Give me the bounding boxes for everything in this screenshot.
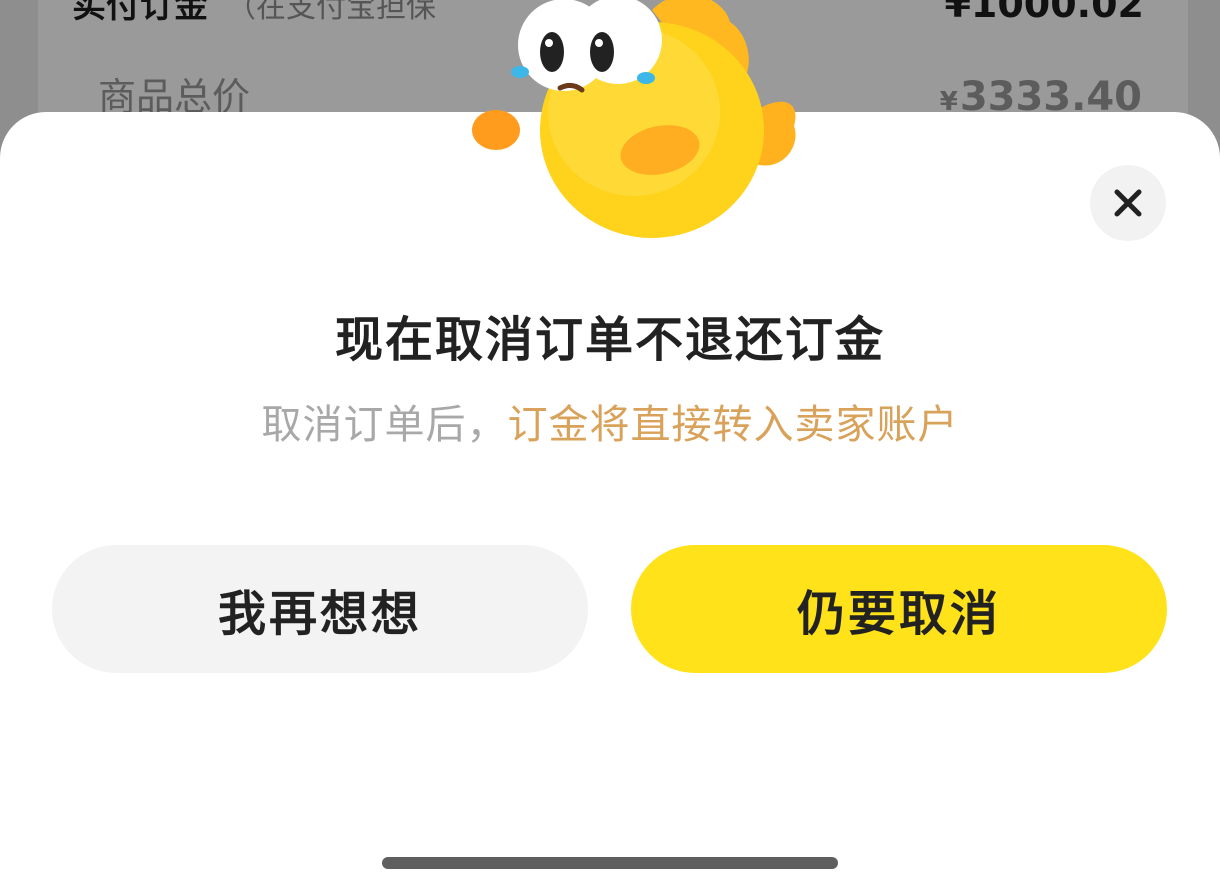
confirm-cancel-button[interactable]: 仍要取消 [631,545,1167,673]
close-button[interactable] [1090,165,1166,241]
home-indicator [382,857,838,869]
close-icon [1114,189,1142,217]
subtitle-highlight: 订金将直接转入卖家账户 [507,402,959,448]
deposit-paid-label: 实付订金 [72,0,208,26]
subtitle-prefix: 取消订单后， [261,402,508,448]
deposit-paid-amount: ¥1000.02 [944,0,1144,26]
deposit-paid-note: （在支付宝担保 [226,0,436,25]
reconsider-button[interactable]: 我再想想 [52,545,588,673]
dialog-subtitle: 取消订单后，订金将直接转入卖家账户 [0,392,1220,450]
mascot-fish-illustration [472,0,796,238]
dialog-title: 现在取消订单不退还订金 [334,312,885,368]
